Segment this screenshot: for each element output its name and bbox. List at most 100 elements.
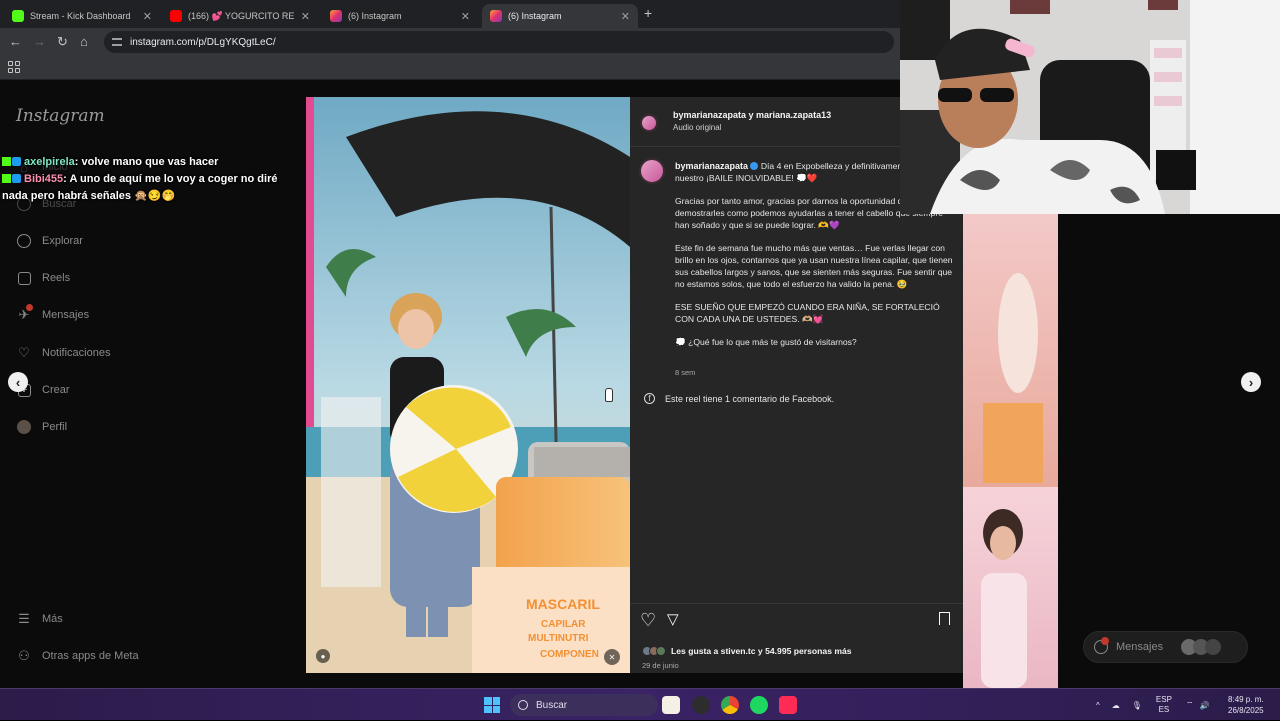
- search-icon: [518, 700, 528, 710]
- chat-username: axelpirela: [24, 156, 75, 168]
- messages-floating-button[interactable]: Mensajes: [1083, 631, 1248, 663]
- recent-avatars: [1181, 639, 1222, 655]
- store-app-icon[interactable]: [662, 696, 680, 714]
- home-icon[interactable]: ⌂: [80, 34, 88, 49]
- save-bookmark-icon[interactable]: [939, 612, 950, 625]
- windows-start-icon[interactable]: [484, 697, 500, 713]
- avatar-icon: [16, 419, 32, 435]
- sidebar-item-mas[interactable]: ☰ Más: [16, 611, 63, 627]
- messenger-icon: [1094, 637, 1109, 654]
- chrome-app-icon[interactable]: [721, 696, 739, 714]
- chat-text: : volve mano que vas hacer: [74, 156, 219, 168]
- streamer-webcam: [900, 0, 1280, 214]
- apps-grid-icon[interactable]: [8, 61, 20, 73]
- post-date[interactable]: 29 de junio: [642, 661, 679, 670]
- mouse-cursor-icon: [605, 388, 613, 402]
- sidebar-item-notificaciones[interactable]: ♡ Notificaciones: [16, 345, 110, 361]
- sidebar-item-reels[interactable]: Reels: [16, 270, 70, 286]
- thumbnail-grid-image[interactable]: [963, 213, 1058, 688]
- close-icon[interactable]: ✕: [461, 10, 470, 23]
- caption-author-username[interactable]: bymarianazapata: [675, 161, 748, 171]
- compass-icon: [16, 233, 32, 249]
- close-icon[interactable]: ✕: [621, 10, 630, 23]
- messages-label: Mensajes: [1116, 641, 1164, 653]
- tab-instagram[interactable]: (6) Instagram ✕: [322, 4, 478, 28]
- next-post-button[interactable]: ›: [1241, 372, 1261, 392]
- chevron-right-icon: ›: [1248, 374, 1254, 390]
- tab-youtube[interactable]: (166) 💕 YOGURCITO REMI ✕: [162, 4, 318, 28]
- site-info-icon[interactable]: [112, 38, 122, 46]
- verified-badge-icon: [750, 162, 759, 170]
- close-icon[interactable]: ✕: [143, 10, 152, 23]
- explore-grid: [963, 213, 1058, 688]
- instagram-icon: [330, 10, 342, 22]
- bookmarks-bar: [0, 56, 900, 80]
- reels-icon: [16, 270, 32, 286]
- back-icon[interactable]: ←: [9, 34, 22, 49]
- meta-apps-icon: ⚇: [18, 648, 30, 663]
- post-media-video[interactable]: MASCARIL CAPILAR MULTINUTRI COMPONEN ● ✕: [306, 97, 630, 673]
- github-app-icon[interactable]: [692, 696, 710, 714]
- system-tray: ^ ☁ 🎙 ESP ES ⌔ 🔊: [1096, 689, 1209, 721]
- tab-instagram-active[interactable]: (6) Instagram ✕: [482, 4, 638, 28]
- post-photo: MASCARIL CAPILAR MULTINUTRI COMPONEN: [306, 97, 630, 673]
- language-indicator[interactable]: ESP ES: [1156, 695, 1172, 715]
- share-icon[interactable]: ▽: [667, 610, 679, 628]
- product-sign-text-3: MULTINUTRI: [528, 633, 589, 644]
- reload-icon[interactable]: ↻: [57, 34, 68, 50]
- stream-chat-overlay: axelpirela: volve mano que vas hacer Bib…: [2, 154, 300, 205]
- wifi-icon[interactable]: ⌔: [1186, 700, 1194, 710]
- url-input[interactable]: instagram.com/p/DLgYKQgtLeC/: [104, 31, 894, 53]
- kick-badge-icon: [2, 174, 11, 183]
- facebook-comment-note: f Este reel tiene 1 comentario de Facebo…: [644, 393, 834, 404]
- like-heart-icon[interactable]: ♡: [640, 610, 656, 631]
- sidebar-item-explorar[interactable]: Explorar: [16, 233, 83, 249]
- post-actions: ♡ ▽ Les gusta a stiven.tc y 54.995 perso…: [630, 603, 963, 673]
- sub-badge-icon: [12, 157, 21, 166]
- instagram-icon: [490, 10, 502, 22]
- audio-label[interactable]: Audio original: [673, 123, 721, 132]
- sidebar-item-mensajes[interactable]: ✈ Mensajes: [16, 304, 89, 323]
- sub-badge-icon: [12, 174, 21, 183]
- previous-post-button[interactable]: ‹: [8, 372, 28, 392]
- tab-kick-dashboard[interactable]: Stream - Kick Dashboard ✕: [4, 4, 160, 28]
- chat-message: Bibi455: A uno de aquí me lo voy a coger…: [2, 171, 300, 205]
- tab-label: (6) Instagram: [508, 11, 562, 21]
- sidebar-item-meta-apps[interactable]: ⚇ Otras apps de Meta: [16, 648, 138, 664]
- tab-label: (166) 💕 YOGURCITO REMI: [188, 10, 295, 21]
- product-sign-text-2: CAPILAR: [541, 619, 586, 630]
- chevron-up-icon[interactable]: ^: [1096, 701, 1100, 710]
- taskbar-clock[interactable]: 8:49 p. m. 26/8/2025: [1228, 694, 1264, 716]
- taskbar-search-box[interactable]: Buscar: [510, 694, 658, 716]
- volume-icon[interactable]: 🔊: [1199, 701, 1209, 710]
- notification-badge: [1101, 637, 1109, 645]
- caption-author-avatar[interactable]: [639, 158, 665, 184]
- product-sign-text-1: MASCARIL: [526, 596, 600, 612]
- facebook-icon: f: [644, 393, 655, 404]
- caption-paragraph: Este fin de semana fue mucho más que ven…: [675, 243, 953, 289]
- tiktok-app-icon[interactable]: [779, 696, 797, 714]
- post-time-ago[interactable]: 8 sem: [675, 368, 695, 377]
- messenger-icon: ✈: [16, 304, 33, 323]
- microphone-icon[interactable]: 🎙: [1132, 701, 1142, 710]
- sidebar-item-perfil[interactable]: Perfil: [16, 419, 67, 435]
- tab-label: Stream - Kick Dashboard: [30, 11, 131, 21]
- tagged-user-icon[interactable]: ●: [316, 649, 330, 663]
- tab-label: (6) Instagram: [348, 11, 402, 21]
- chevron-left-icon: ‹: [15, 374, 21, 390]
- mute-icon[interactable]: ✕: [604, 649, 620, 665]
- cloud-icon[interactable]: ☁: [1112, 701, 1120, 710]
- liker-avatar: [656, 646, 666, 656]
- author-avatar[interactable]: [640, 114, 658, 132]
- new-tab-icon[interactable]: +: [644, 5, 652, 21]
- close-icon[interactable]: ✕: [301, 10, 310, 23]
- caption-paragraph: ESE SUEÑO QUE EMPEZÓ CUANDO ERA NIÑA, SE…: [675, 302, 940, 324]
- forward-icon[interactable]: →: [33, 34, 46, 49]
- heart-icon: ♡: [18, 345, 30, 360]
- post-header-username[interactable]: bymarianazapata y mariana.zapata13: [673, 110, 831, 120]
- spotify-app-icon[interactable]: [750, 696, 768, 714]
- likes-summary[interactable]: Les gusta a stiven.tc y 54.995 personas …: [642, 646, 852, 656]
- notification-badge: [26, 304, 33, 311]
- instagram-logo[interactable]: Instagram: [16, 106, 105, 126]
- search-placeholder: Buscar: [536, 699, 568, 711]
